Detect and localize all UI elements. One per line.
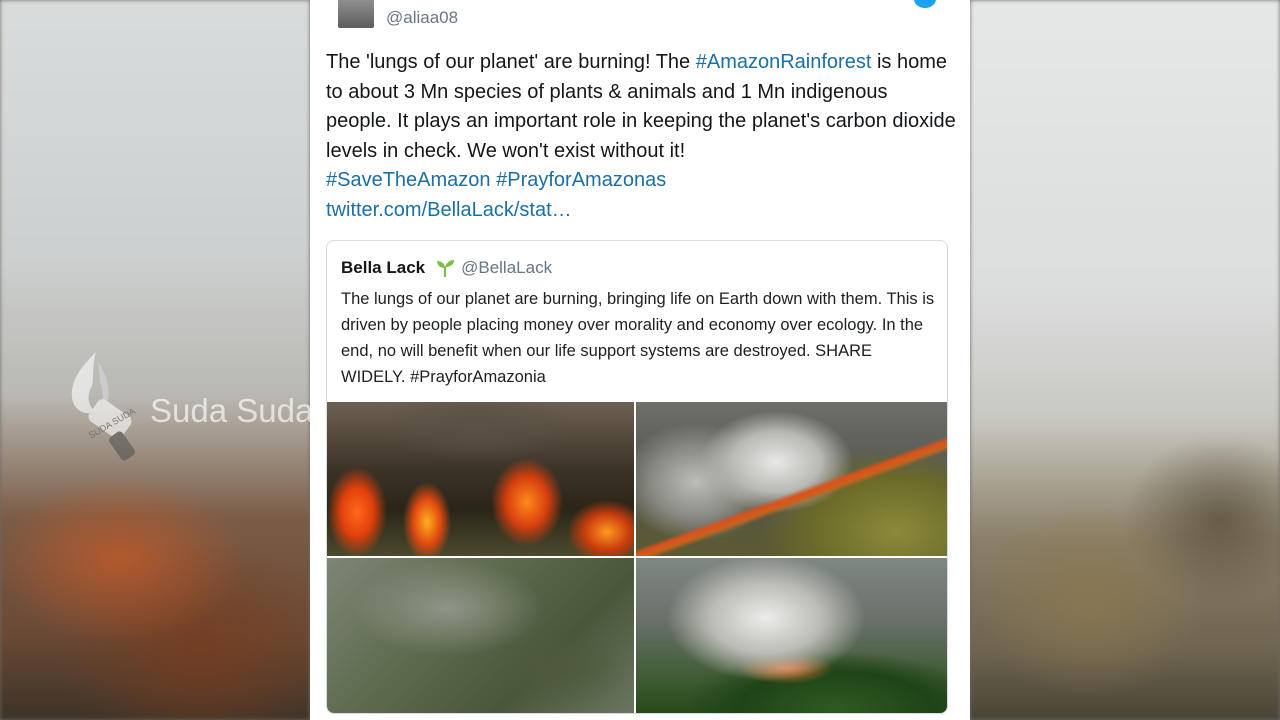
watermark-text: Suda Suda [150,392,314,429]
hashtag-amazon-rainforest[interactable]: #AmazonRainforest [696,51,872,73]
hashtag-save-the-amazon[interactable]: #SaveTheAmazon [326,169,491,191]
quoted-author-handle[interactable]: @BellaLack [461,258,552,278]
quoted-tweet[interactable]: Bella Lack @BellaLack The lungs of our p… [326,240,948,714]
quoted-author-name[interactable]: Bella Lack [341,258,425,278]
quoted-tweet-text: The lungs of our planet are burning, bri… [341,290,935,386]
smoke-over-forest-photo[interactable] [636,558,947,713]
blurred-background-left [0,0,310,720]
quoted-tweet-link[interactable]: twitter.com/BellaLack/stat… [326,199,572,221]
satellite-smoke-photo[interactable] [327,558,634,713]
hashtag-pray-for-amazonas[interactable]: #PrayforAmazonas [496,169,666,191]
avatar[interactable] [338,0,374,28]
suda-suda-logo: SUDA SUDA [71,352,137,461]
blurred-background-right [970,0,1280,720]
seedling-icon [437,260,455,277]
forest-fire-photo[interactable] [327,402,634,556]
aerial-burning-forest-photo[interactable] [636,402,947,556]
follow-icon[interactable] [914,0,936,8]
tweet-card: @aliaa08 The 'lungs of our planet' are b… [310,0,970,720]
tweet-handle[interactable]: @aliaa08 [386,8,458,28]
photo-grid [327,402,947,713]
tweet-text: The 'lungs of our planet' are burning! T… [326,48,956,225]
tweet-text-part: The 'lungs of our planet' are burning! T… [326,51,696,73]
quoted-tweet-header: Bella Lack @BellaLack [341,257,552,279]
